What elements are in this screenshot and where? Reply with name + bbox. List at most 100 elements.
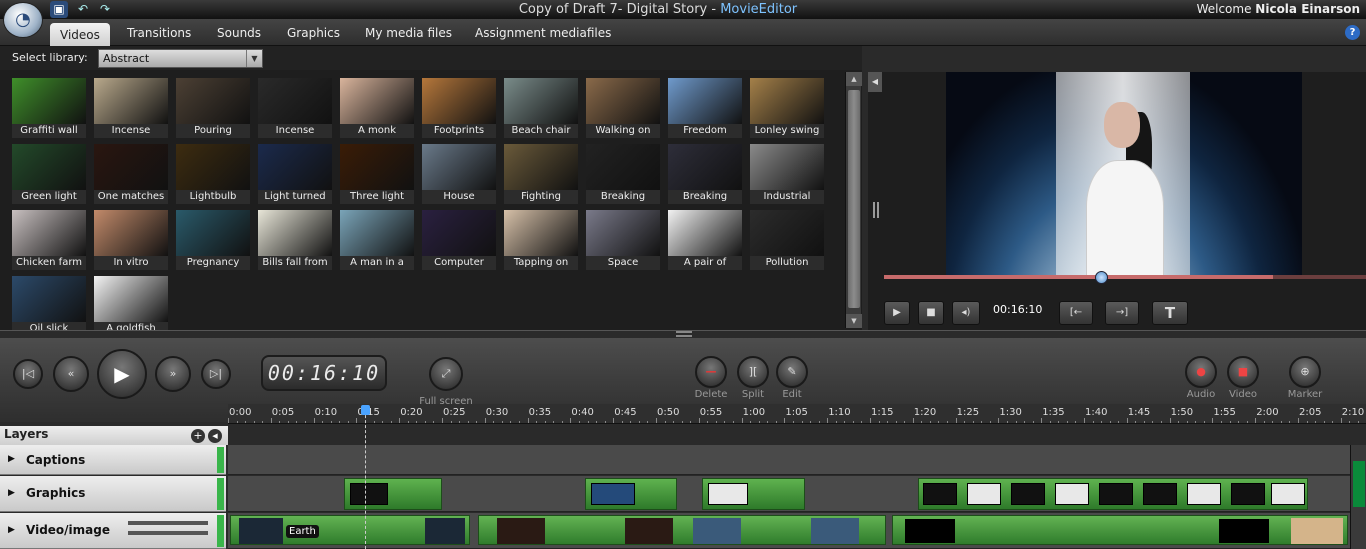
graphics-clip[interactable] [585, 478, 677, 510]
split-button[interactable]: ][ [737, 356, 769, 388]
video-clip[interactable] [892, 515, 1348, 545]
ruler-minor-tick [733, 421, 735, 423]
tab-graphics[interactable]: Graphics [287, 26, 340, 40]
expand-graphics-icon[interactable]: ▶ [8, 488, 15, 498]
video-volume-bar[interactable] [128, 521, 208, 525]
ruler-label: 0:00 [229, 407, 252, 418]
add-layer-icon[interactable]: + [191, 429, 205, 443]
library-clip[interactable]: Oil slick [12, 276, 86, 336]
preview-resize-grip[interactable] [873, 202, 879, 218]
library-clip[interactable]: One matches [94, 144, 168, 204]
play-button[interactable]: ▶ [97, 349, 147, 399]
ruler-minor-tick [801, 421, 803, 423]
scroll-up-icon[interactable]: ▲ [846, 72, 862, 86]
library-clip[interactable]: A monk [340, 78, 414, 138]
video-clip-earth[interactable]: Earth [230, 515, 470, 545]
tab-transitions[interactable]: Transitions [127, 26, 191, 40]
library-clip[interactable]: Footprints [422, 78, 496, 138]
layer-captions[interactable]: ▶ Captions [0, 445, 226, 475]
video-camera-icon[interactable]: ■ [1227, 356, 1259, 388]
library-clip[interactable]: Graffiti wall [12, 78, 86, 138]
library-clip[interactable]: Industrial [750, 144, 824, 204]
library-clip[interactable]: Bills fall from [258, 210, 332, 270]
timeline-scrollbar[interactable] [1350, 445, 1366, 549]
library-clip[interactable]: Tapping on [504, 210, 578, 270]
collapse-preview-icon[interactable]: ◀ [868, 72, 882, 92]
marker-icon[interactable]: ⊕ [1289, 356, 1321, 388]
tab-assignment-mediafiles[interactable]: Assignment mediafiles [475, 26, 611, 40]
preview-progress-bar[interactable] [884, 275, 1366, 279]
library-clip[interactable]: Light turned [258, 144, 332, 204]
playhead-handle[interactable] [361, 405, 370, 415]
library-clip[interactable]: In vitro [94, 210, 168, 270]
library-scrollbar[interactable]: ▲ ▼ [845, 72, 862, 328]
library-clip[interactable]: Breaking [668, 144, 742, 204]
graphics-track[interactable] [228, 476, 1350, 512]
video-track[interactable]: Earth [228, 513, 1350, 549]
tab-sounds[interactable]: Sounds [217, 26, 261, 40]
library-scroll-thumb[interactable] [848, 90, 860, 308]
ruler-minor-tick [330, 421, 332, 423]
graphics-clip[interactable] [702, 478, 805, 510]
library-clip[interactable]: Incense [258, 78, 332, 138]
microphone-icon[interactable]: ● [1185, 356, 1217, 388]
go-to-end-button[interactable]: ▷| [201, 359, 231, 389]
ruler-minor-tick [1246, 421, 1248, 423]
layer-graphics[interactable]: ▶ Graphics [0, 476, 226, 512]
library-clip[interactable]: Fighting [504, 144, 578, 204]
graphics-clip[interactable] [344, 478, 442, 510]
tab-videos[interactable]: Videos [50, 23, 110, 46]
library-clip[interactable]: Space [586, 210, 660, 270]
video-opacity-bar[interactable] [128, 531, 208, 535]
collapse-layers-icon[interactable]: ◀ [208, 429, 222, 443]
ruler-minor-tick [519, 421, 521, 423]
library-clip[interactable]: Breaking [586, 144, 660, 204]
timeline-scroll-thumb[interactable] [1353, 461, 1365, 507]
library-clip[interactable]: A goldfish [94, 276, 168, 336]
library-clip[interactable]: A man in a [340, 210, 414, 270]
set-in-point-button[interactable]: [← [1059, 301, 1093, 325]
graphics-clip[interactable] [918, 478, 1308, 510]
library-clip[interactable]: Incense [94, 78, 168, 138]
panel-splitter[interactable] [0, 330, 1366, 338]
library-clip[interactable]: Green light [12, 144, 86, 204]
clip-label: Chicken farm [15, 257, 83, 268]
set-out-point-button[interactable]: →] [1105, 301, 1139, 325]
library-clip[interactable]: Pregnancy [176, 210, 250, 270]
library-clip[interactable]: Beach chair [504, 78, 578, 138]
go-to-start-button[interactable]: |◁ [13, 359, 43, 389]
library-clip[interactable]: Three light [340, 144, 414, 204]
expand-video-icon[interactable]: ▶ [8, 525, 15, 535]
captions-track[interactable] [228, 445, 1350, 475]
timeline-ruler[interactable]: 0:000:050:100:150:200:250:300:350:400:45… [228, 404, 1366, 424]
splitter-grip-icon[interactable] [676, 331, 692, 337]
library-clip[interactable]: Chicken farm [12, 210, 86, 270]
help-icon[interactable]: ? [1345, 25, 1360, 40]
rewind-button[interactable]: « [53, 356, 89, 392]
library-clip[interactable]: Walking on [586, 78, 660, 138]
edit-button[interactable]: ✎ [776, 356, 808, 388]
volume-icon[interactable]: ◂) [952, 301, 980, 325]
library-clip[interactable]: Pouring [176, 78, 250, 138]
preview-stop-button[interactable]: ■ [918, 301, 944, 325]
delete-button[interactable]: — [695, 356, 727, 388]
add-text-button[interactable]: T [1152, 301, 1188, 325]
library-clip[interactable]: Lonley swing [750, 78, 824, 138]
scroll-down-icon[interactable]: ▼ [846, 314, 862, 328]
tab-my-media-files[interactable]: My media files [365, 26, 452, 40]
fast-forward-button[interactable]: » [155, 356, 191, 392]
preview-play-button[interactable]: ▶ [884, 301, 910, 325]
library-clip[interactable]: Freedom [668, 78, 742, 138]
preview-scrub-knob[interactable] [1095, 271, 1108, 284]
library-clip[interactable]: Pollution [750, 210, 824, 270]
fullscreen-button[interactable]: ⤢ [429, 357, 463, 391]
library-clip[interactable]: House [422, 144, 496, 204]
library-clip[interactable]: Lightbulb [176, 144, 250, 204]
chevron-down-icon[interactable]: ▼ [246, 50, 262, 67]
layer-video-image[interactable]: ▶ Video/image [0, 513, 226, 549]
expand-captions-icon[interactable]: ▶ [8, 454, 15, 464]
library-select[interactable]: Abstract ▼ [98, 49, 263, 68]
video-clip[interactable] [478, 515, 886, 545]
library-clip[interactable]: Computer [422, 210, 496, 270]
library-clip[interactable]: A pair of [668, 210, 742, 270]
